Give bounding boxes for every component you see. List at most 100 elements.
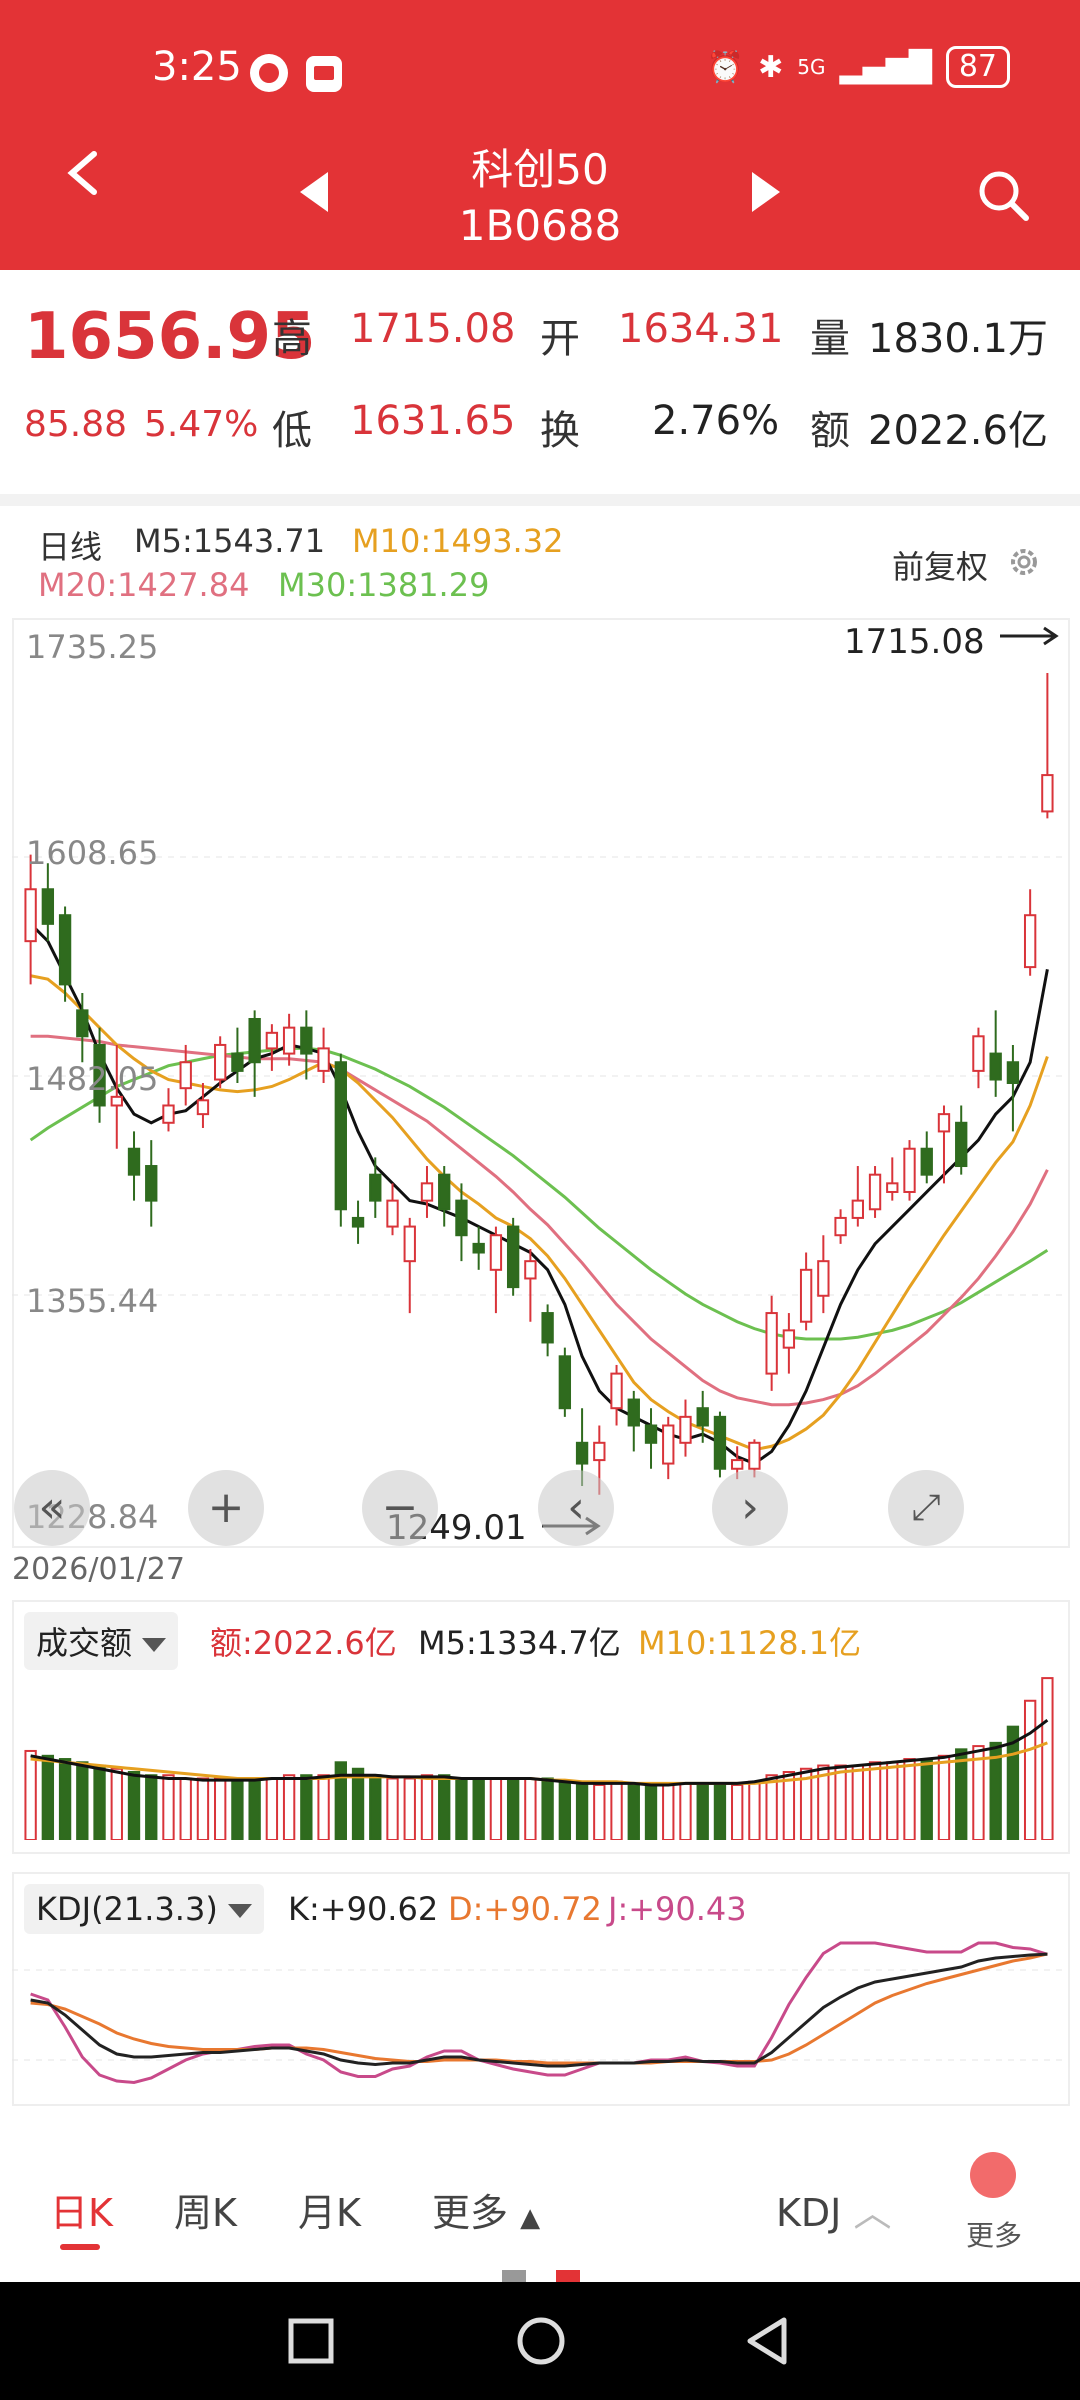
candle-body (403, 1225, 416, 1263)
candle-body (920, 1147, 933, 1176)
candle-body (334, 1061, 347, 1211)
start-date-label: 2026/01/27 (12, 1552, 185, 1587)
scroll-left-button[interactable]: ‹ (538, 1470, 614, 1546)
high-marker-label: 1715.08 (844, 622, 985, 662)
fullscreen-button[interactable]: ⤢ (888, 1470, 964, 1546)
volume-chart (24, 1677, 1054, 1840)
tab-day[interactable]: 日K (50, 2182, 113, 2237)
signal-icon: ▂▄▆█ (839, 49, 932, 85)
back-nav-icon[interactable] (744, 2316, 790, 2366)
volume-bar (489, 1777, 503, 1840)
volume-bar (127, 1771, 141, 1840)
candle-body (248, 1017, 261, 1064)
volume-bar (455, 1777, 468, 1840)
volume-value: 1830.1万 (868, 316, 1048, 362)
candle-body (886, 1182, 899, 1193)
candle-body (868, 1173, 882, 1211)
tab-week[interactable]: 周K (174, 2182, 237, 2237)
double-chevron-left-icon: « (38, 1482, 66, 1533)
volume-m5-legend: M5:1334.7亿 (418, 1624, 621, 1662)
scroll-right-button[interactable]: › (712, 1470, 788, 1546)
volume-bar (765, 1774, 778, 1840)
candle-body (972, 1035, 985, 1072)
volume-bar (58, 1758, 72, 1840)
volume-bar (1041, 1677, 1054, 1840)
high-label: 高 (272, 316, 312, 362)
back-icon[interactable] (60, 150, 106, 196)
volume-bar (782, 1771, 796, 1840)
high-value: 1715.08 (350, 306, 516, 352)
candle-body (179, 1061, 192, 1090)
volume-bar (214, 1777, 227, 1840)
candle-body (851, 1199, 864, 1219)
kdj-chart (12, 1941, 1066, 2085)
ma5-legend: M5:1543.71 (134, 522, 326, 560)
candle-body (731, 1459, 744, 1470)
candle-body (58, 914, 72, 986)
volume-bar (282, 1774, 296, 1840)
y-axis-label: 1608.65 (26, 834, 159, 872)
candle-body (610, 1372, 623, 1410)
dropdown-arrow-icon (227, 1904, 252, 1918)
stock-title: 科创50 1B0688 (390, 142, 690, 254)
chevron-up-icon: ︿ (853, 2191, 892, 2235)
candle-body (110, 1095, 123, 1107)
adjust-mode-button[interactable]: 前复权 (892, 542, 988, 588)
candle-body (351, 1216, 365, 1228)
home-icon[interactable] (516, 2316, 566, 2366)
kline-chart[interactable] (12, 618, 1066, 1544)
more-menu-label[interactable]: 更多 (966, 2214, 1022, 2254)
candle-body (472, 1242, 485, 1254)
search-icon[interactable] (976, 168, 1030, 222)
candle-body (506, 1225, 520, 1289)
expand-icon: ⤢ (911, 1487, 941, 1528)
amount-label: 额 (810, 408, 850, 454)
candle-body (834, 1216, 847, 1237)
candle-body (989, 1052, 1002, 1081)
candle-body (524, 1260, 537, 1280)
prev-stock-button[interactable] (300, 172, 328, 212)
tab-more-periods[interactable]: 更多 ▲ (432, 2182, 540, 2237)
app-notification-icon (250, 54, 288, 92)
candle-body (265, 1031, 279, 1050)
volume-bar (627, 1783, 640, 1840)
volume-bar (696, 1783, 709, 1840)
network-label: 5G (797, 55, 826, 79)
low-label: 低 (272, 408, 312, 454)
scroll-start-button[interactable]: « (14, 1470, 90, 1546)
system-nav-bar (0, 2282, 1080, 2400)
zoom-in-button[interactable]: + (188, 1470, 264, 1546)
candle-body (196, 1099, 210, 1116)
volume-bar (748, 1780, 761, 1840)
volume-bar (955, 1748, 968, 1840)
volume-bar (162, 1774, 175, 1840)
kdj-d-legend: D:+90.72 (448, 1890, 602, 1928)
candle-body (558, 1355, 572, 1410)
volume-bar (145, 1774, 158, 1840)
kdj-select-label: KDJ(21.3.3) (36, 1890, 218, 1928)
next-stock-button[interactable] (752, 172, 780, 212)
volume-bar (937, 1754, 951, 1840)
chevron-left-icon: ‹ (567, 1482, 585, 1533)
candle-body (765, 1312, 778, 1375)
tab-indicator-kdj[interactable]: KDJ ︿ (776, 2182, 892, 2237)
caret-up-icon: ▲ (520, 2203, 541, 2233)
volume-bar (41, 1754, 55, 1840)
volume-bar (558, 1780, 572, 1840)
candle-body (76, 1009, 89, 1038)
volume-bar (265, 1777, 279, 1840)
candle-body (662, 1424, 675, 1465)
kdj-indicator-select[interactable]: KDJ(21.3.3) (24, 1884, 264, 1934)
zoom-out-button[interactable]: − (362, 1470, 438, 1546)
candle-body (679, 1415, 692, 1444)
candle-body (1041, 774, 1054, 813)
volume-bar (196, 1777, 210, 1840)
recent-apps-icon[interactable] (288, 2318, 334, 2364)
volume-bar (110, 1767, 123, 1840)
more-menu-icon[interactable] (970, 2152, 1016, 2198)
gear-icon[interactable] (1004, 542, 1044, 582)
volume-bar (593, 1783, 606, 1840)
tab-month[interactable]: 月K (298, 2182, 361, 2237)
volume-bar (420, 1774, 434, 1840)
calendar-notification-icon (306, 56, 342, 92)
